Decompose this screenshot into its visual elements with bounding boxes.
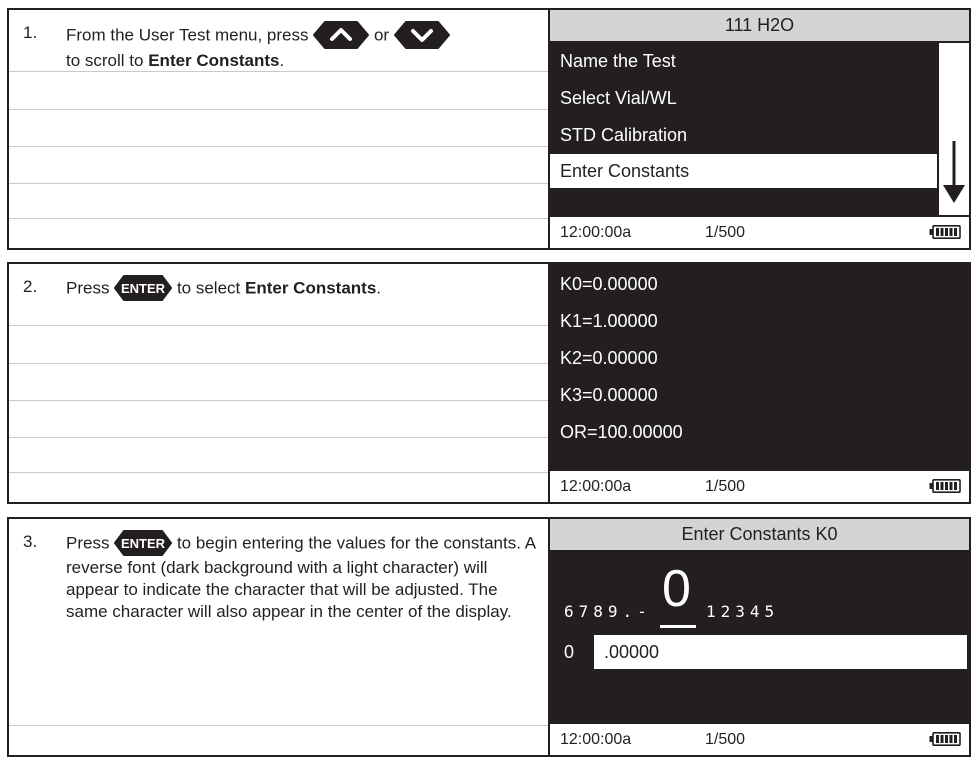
step-text-bold: Enter Constants [244, 278, 377, 298]
divider [9, 363, 548, 364]
enter-key-icon: ENTER [114, 530, 173, 556]
status-count: 1/500 [705, 731, 746, 748]
step-text-part: From the User Test menu, press [66, 25, 309, 45]
divider [9, 71, 548, 72]
digit-selector-left: 6789.- [564, 602, 652, 621]
enter-key-icon: ENTER [114, 275, 173, 301]
step-number: 1. [23, 23, 38, 42]
svg-text:ENTER: ENTER [121, 281, 166, 296]
device-screen: Enter Constants K0 6789.- 0 12345 0 .000… [548, 519, 969, 755]
step-text: Press ENTER to begin entering the values… [66, 530, 536, 623]
menu-item: STD Calibration [560, 125, 688, 145]
step-text: From the User Test menu, press or to scr… [66, 21, 536, 72]
status-count: 1/500 [705, 224, 746, 241]
divider [9, 725, 548, 726]
device-screen: K0=0.00000 K1=1.00000 K2=0.00000 K3=0.00… [548, 264, 969, 502]
step-text-part: Press [66, 533, 110, 553]
scroll-down-arrow-icon [943, 141, 965, 203]
screen-title: 111 H2O [550, 10, 969, 43]
digit-selector-right: 12345 [706, 602, 780, 621]
device-screen: 111 H2O Name the Test Select Vial/WL STD… [548, 10, 969, 248]
battery-icon [929, 479, 961, 498]
down-arrow-key-icon [393, 21, 450, 49]
constant-item: K0=0.00000 [560, 274, 658, 294]
step-1-panel: 1. From the User Test menu, press or to … [7, 8, 971, 250]
status-time: 12:00:00a [560, 731, 632, 748]
divider [9, 146, 548, 147]
step-text-part: to select [176, 278, 241, 298]
battery-icon [929, 732, 961, 751]
divider [9, 437, 548, 438]
divider [9, 183, 548, 184]
step-2-instructions: 2. Press ENTER to select Enter Constants… [9, 264, 548, 502]
step-number: 3. [23, 532, 38, 551]
scrollbar [937, 43, 969, 215]
divider [9, 218, 548, 219]
menu-item: Select Vial/WL [560, 88, 677, 108]
menu-item-selected: Enter Constants [550, 154, 937, 188]
divider [9, 109, 548, 110]
divider [9, 472, 548, 473]
status-bar: 12:00:00a 1/500 [550, 215, 969, 248]
svg-text:ENTER: ENTER [121, 536, 166, 551]
status-time: 12:00:00a [560, 224, 632, 241]
status-time: 12:00:00a [560, 478, 632, 495]
step-text-bold: Enter Constants [148, 51, 280, 70]
constant-item: OR=100.00000 [560, 422, 683, 442]
entry-value: .00000 [594, 635, 967, 669]
divider [9, 400, 548, 401]
step-text-part: Press [66, 278, 110, 298]
entry-cursor-digit: 0 [564, 642, 575, 662]
status-bar: 12:00:00a 1/500 [550, 469, 969, 502]
screen-title: Enter Constants K0 [550, 519, 969, 552]
step-1-instructions: 1. From the User Test menu, press or to … [9, 10, 548, 248]
battery-icon [929, 225, 961, 244]
step-text-part: . [376, 278, 382, 298]
up-arrow-key-icon [313, 21, 370, 49]
constant-item: K1=1.00000 [560, 311, 658, 331]
divider [9, 325, 548, 326]
constant-item: K3=0.00000 [560, 385, 658, 405]
constant-item: K2=0.00000 [560, 348, 658, 368]
step-3-panel: 3. Press ENTER to begin entering the val… [7, 517, 971, 757]
step-text-part: or [373, 25, 390, 45]
step-3-instructions: 3. Press ENTER to begin entering the val… [9, 519, 548, 755]
menu-item: Name the Test [560, 51, 676, 71]
status-bar: 12:00:00a 1/500 [550, 722, 969, 755]
status-count: 1/500 [705, 478, 746, 495]
digit-underline [660, 625, 696, 628]
step-2-panel: 2. Press ENTER to select Enter Constants… [7, 262, 971, 504]
step-text-part: . [279, 51, 285, 70]
step-text-part: to scroll to [66, 51, 144, 70]
step-number: 2. [23, 277, 38, 296]
step-text: Press ENTER to select Enter Constants. [66, 275, 536, 302]
selected-digit: 0 [662, 560, 691, 618]
